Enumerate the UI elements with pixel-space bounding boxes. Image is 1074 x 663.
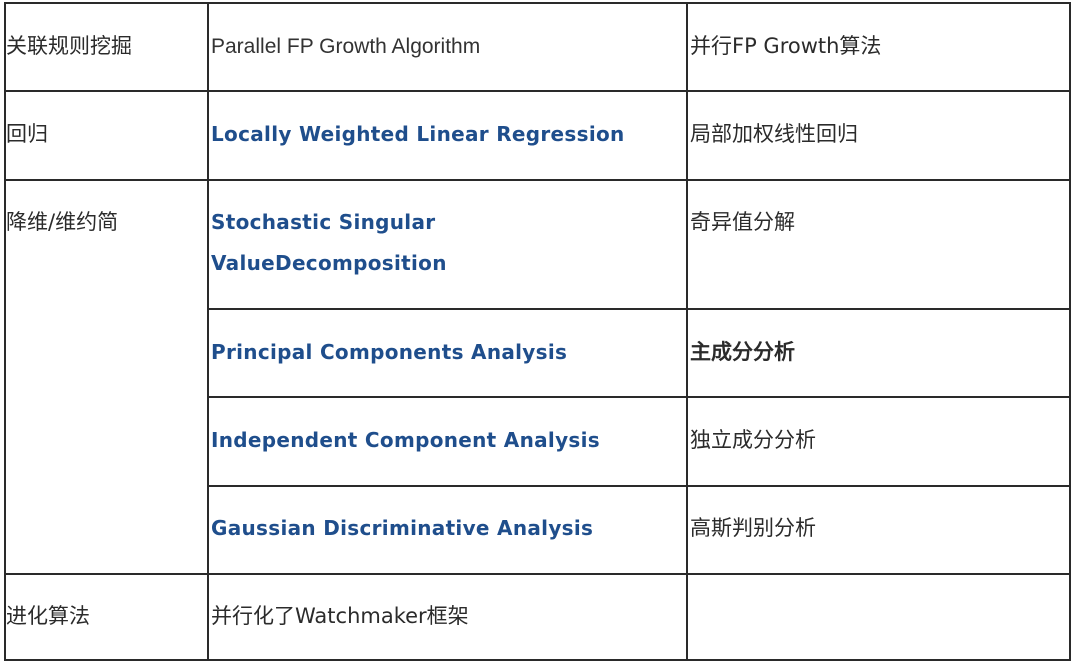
chinese-name-cell: 并行FP Growth算法 xyxy=(690,34,882,58)
row-divider xyxy=(4,90,1070,92)
algorithm-cell: Parallel FP Growth Algorithm xyxy=(211,35,481,58)
algorithm-cell: Independent Component Analysis xyxy=(211,428,600,452)
chinese-name-cell: 奇异值分解 xyxy=(690,210,795,234)
chinese-name-cell: 主成分分析 xyxy=(690,340,795,364)
algorithm-cell-line2: ValueDecomposition xyxy=(211,251,447,275)
chinese-name-cell: 高斯判别分析 xyxy=(690,516,816,540)
category-cell: 降维/维约简 xyxy=(6,210,119,234)
row-divider xyxy=(4,573,1070,575)
algorithm-cell-line1: Stochastic Singular xyxy=(211,210,436,234)
column-divider xyxy=(686,2,688,661)
category-cell: 回归 xyxy=(6,122,48,146)
table-border-left xyxy=(4,2,6,661)
algorithm-cell: Gaussian Discriminative Analysis xyxy=(211,516,594,540)
algorithm-table: 关联规则挖掘 Parallel FP Growth Algorithm 并行FP… xyxy=(0,0,1074,663)
algorithm-cell: Principal Components Analysis xyxy=(211,340,568,364)
category-cell: 关联规则挖掘 xyxy=(6,34,132,58)
chinese-name-cell: 局部加权线性回归 xyxy=(690,122,858,146)
row-divider xyxy=(208,485,1070,487)
category-cell: 进化算法 xyxy=(6,604,90,628)
algorithm-cell: Locally Weighted Linear Regression xyxy=(211,122,625,146)
column-divider xyxy=(207,2,209,661)
table-border-top xyxy=(4,2,1070,4)
algorithm-cell: 并行化了Watchmaker框架 xyxy=(211,604,469,628)
chinese-name-cell: 独立成分分析 xyxy=(690,428,816,452)
row-divider xyxy=(208,396,1070,398)
table-border-bottom xyxy=(4,659,1070,661)
row-divider xyxy=(4,179,1070,181)
table-border-right xyxy=(1069,2,1071,661)
row-divider xyxy=(208,308,1070,310)
